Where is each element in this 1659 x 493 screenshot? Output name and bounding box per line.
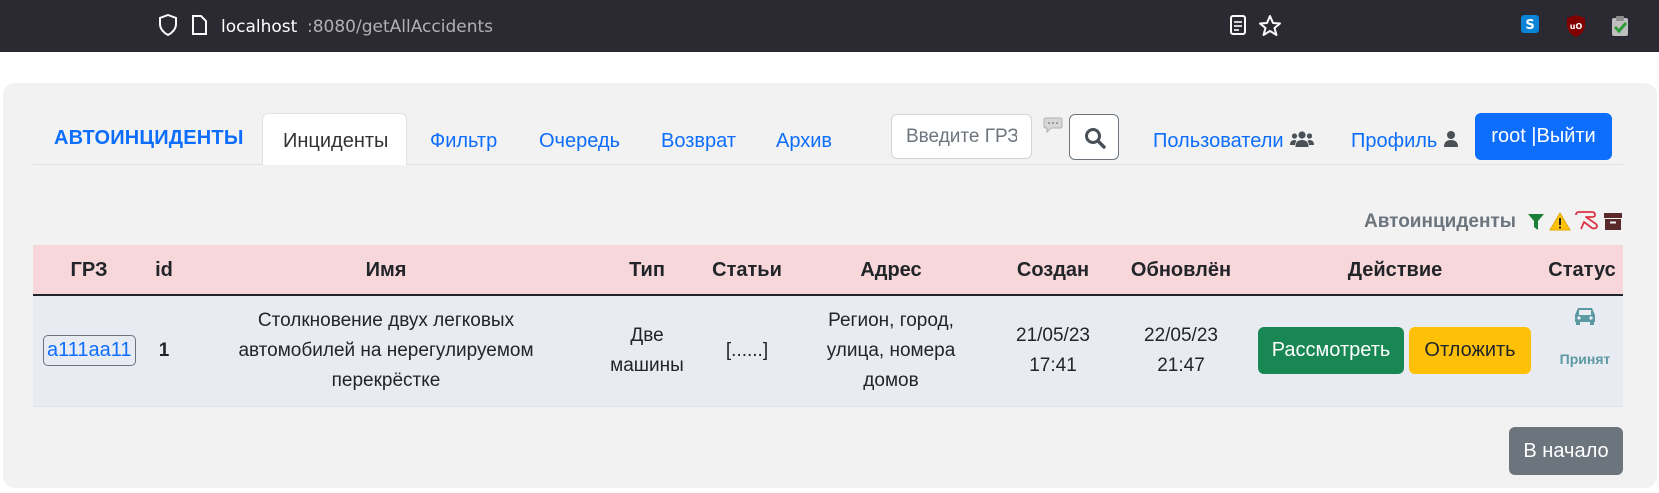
col-header-address: Адрес <box>860 259 922 281</box>
row-created-time: 17:41 <box>1029 355 1077 376</box>
row-type: Две машины <box>610 321 684 381</box>
col-header-updated: Обновлён <box>1130 259 1232 281</box>
search-button[interactable] <box>1069 114 1119 160</box>
nav-link-archive[interactable]: Архив <box>776 130 832 153</box>
user-icon <box>1443 131 1458 147</box>
row-name-line: автомобилей на нерегулируемом <box>238 340 534 361</box>
row-address-line: улица, номера <box>826 340 956 361</box>
col-header-action: Действие <box>1347 259 1443 281</box>
nav-link-profile[interactable]: Профиль <box>1351 130 1458 153</box>
nav-link-filter[interactable]: Фильтр <box>430 130 497 153</box>
page-icon <box>192 15 207 35</box>
col-header-status: Статус <box>1548 259 1616 281</box>
row-address-line: Регион, город, <box>828 310 954 331</box>
row-updated: 22/05/23 21:47 <box>1144 321 1218 381</box>
nav-link-users[interactable]: Пользователи <box>1153 130 1314 153</box>
address-bar[interactable]: localhost :8080/getAllAccidents <box>218 0 618 52</box>
row-created-date: 21/05/23 <box>1016 325 1090 346</box>
chat-bubble-icon <box>1043 117 1063 134</box>
clipboard-extension-icon[interactable] <box>1609 14 1631 38</box>
warning-icon[interactable] <box>1549 212 1571 231</box>
plate-link[interactable]: a111aa11 <box>43 335 136 366</box>
row-created: 21/05/23 17:41 <box>1016 321 1090 381</box>
url-host: localhost <box>221 17 298 37</box>
postpone-button[interactable]: Отложить <box>1409 327 1531 374</box>
users-icon <box>1290 131 1314 147</box>
col-header-articles: Статьи <box>712 259 782 281</box>
status-badge: Принят <box>1559 351 1611 367</box>
table-row: a111aa11 1 Столкновение двух легковых ав… <box>33 296 1623 407</box>
row-name-line: Столкновение двух легковых <box>257 310 515 331</box>
back-to-top-button[interactable]: В начало <box>1509 427 1623 475</box>
plate-search-input[interactable] <box>891 114 1032 159</box>
col-header-type: Тип <box>629 259 665 281</box>
col-header-created: Создан <box>1016 259 1090 281</box>
shield-icon <box>159 14 177 36</box>
brand-logo[interactable]: АВТОИНЦИДЕНТЫ <box>54 127 244 150</box>
col-header-plate: ГРЗ <box>70 259 108 281</box>
row-type-line: машины <box>610 355 684 376</box>
row-address-line: домов <box>863 370 919 391</box>
section-title: Автоинциденты <box>1364 211 1516 232</box>
nav-link-incidents[interactable]: Инциденты <box>283 130 388 153</box>
row-address: Регион, город, улица, номера домов <box>827 306 956 396</box>
row-name-line: перекрёстке <box>331 370 441 391</box>
ublock-extension-icon[interactable]: uO <box>1565 14 1587 38</box>
row-updated-time: 21:47 <box>1157 355 1205 376</box>
nav-link-queue[interactable]: Очередь <box>539 130 620 153</box>
row-articles[interactable]: [......] <box>726 336 768 366</box>
skype-extension-icon[interactable]: S <box>1520 14 1540 34</box>
return-hand-icon[interactable] <box>1574 209 1600 233</box>
row-updated-date: 22/05/23 <box>1144 325 1218 346</box>
search-icon <box>1085 128 1106 149</box>
profile-label: Профиль <box>1351 130 1438 152</box>
archive-box-icon[interactable] <box>1603 211 1623 231</box>
car-icon <box>1575 308 1595 325</box>
row-name: Столкновение двух легковых автомобилей н… <box>238 306 533 396</box>
col-header-name: Имя <box>365 259 407 281</box>
svg-text:uO: uO <box>1570 22 1583 31</box>
url-path: :8080/getAllAccidents <box>307 17 494 37</box>
users-label: Пользователи <box>1153 130 1284 152</box>
bookmark-star-icon[interactable] <box>1258 14 1282 38</box>
logout-button[interactable]: root |Выйти <box>1475 113 1612 160</box>
browser-toolbar: localhost :8080/getAllAccidents S uO <box>0 0 1659 52</box>
row-id: 1 <box>158 340 170 361</box>
row-type-line: Две <box>630 325 664 346</box>
col-header-id: id <box>155 259 173 281</box>
review-button[interactable]: Рассмотреть <box>1258 327 1404 374</box>
table-header: ГРЗ id Имя Тип Статьи Адрес Создан Обнов… <box>33 245 1623 296</box>
reader-view-icon[interactable] <box>1228 14 1248 36</box>
nav-link-return[interactable]: Возврат <box>661 130 736 153</box>
filter-icon[interactable] <box>1528 213 1544 231</box>
svg-text:S: S <box>1525 18 1534 33</box>
